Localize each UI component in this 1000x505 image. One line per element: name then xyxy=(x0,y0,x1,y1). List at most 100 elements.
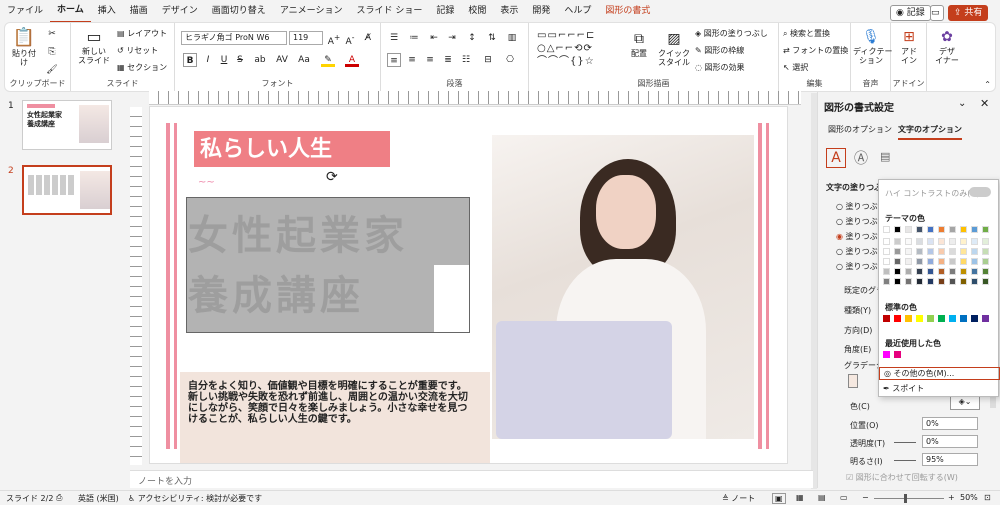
theme-swatch[interactable] xyxy=(927,278,934,285)
high-contrast-toggle[interactable] xyxy=(969,187,991,197)
more-colors-item[interactable]: ◎ その他の色(M)... xyxy=(879,367,1000,380)
theme-swatch[interactable] xyxy=(927,238,934,245)
theme-swatch[interactable] xyxy=(949,248,956,255)
theme-swatch[interactable] xyxy=(916,258,923,265)
sorter-view-icon[interactable]: ▦ xyxy=(796,493,804,502)
theme-swatch[interactable] xyxy=(905,226,912,233)
standard-swatch[interactable] xyxy=(938,315,945,322)
theme-swatch[interactable] xyxy=(960,226,967,233)
layout-button[interactable]: ▤ レイアウト xyxy=(117,28,167,39)
tab-11[interactable]: 開発 xyxy=(525,0,557,22)
standard-swatch[interactable] xyxy=(982,315,989,322)
numbering-icon[interactable]: ≔ xyxy=(407,31,421,45)
theme-swatch[interactable] xyxy=(916,268,923,275)
accessibility-status[interactable]: ♿ アクセシビリティ: 検討が必要です xyxy=(128,493,262,504)
rotate-handle-icon[interactable]: ⟳ xyxy=(326,169,338,185)
align-left-icon[interactable]: ≡ xyxy=(387,53,401,67)
gradient-stop-handle[interactable] xyxy=(848,374,858,388)
theme-swatch[interactable] xyxy=(938,258,945,265)
brightness-spinner[interactable]: 95% xyxy=(922,453,978,466)
language-status[interactable]: 英語 (米国) xyxy=(78,493,119,504)
text-fill-icon[interactable]: A xyxy=(826,148,846,168)
shape-fill-button[interactable]: ◈ 図形の塗りつぶし xyxy=(695,28,768,39)
grow-font-icon[interactable]: A+ xyxy=(327,31,341,47)
underline-button[interactable]: U xyxy=(217,53,231,67)
text-direction-icon[interactable]: ⇅ xyxy=(485,31,499,45)
theme-swatch[interactable] xyxy=(938,268,945,275)
theme-swatch[interactable] xyxy=(916,248,923,255)
font-size-field[interactable]: 119 xyxy=(289,31,323,45)
transparency-slider[interactable] xyxy=(894,442,916,443)
tab-9[interactable]: 校閲 xyxy=(461,0,493,22)
smartart-icon[interactable]: ⎔ xyxy=(503,53,517,67)
theme-swatch[interactable] xyxy=(938,226,945,233)
addins-button[interactable]: ⊞ アド イン xyxy=(893,27,925,65)
theme-swatch[interactable] xyxy=(982,238,989,245)
theme-swatch[interactable] xyxy=(982,258,989,265)
theme-swatch[interactable] xyxy=(916,226,923,233)
zoom-slider-thumb[interactable] xyxy=(904,494,907,503)
tab-5[interactable]: 画面切り替え xyxy=(205,0,273,22)
select-button[interactable]: ↖ 選択 xyxy=(783,62,808,73)
increase-indent-icon[interactable]: ⇥ xyxy=(445,31,459,45)
tab-text-options[interactable]: 文字のオプション xyxy=(898,124,962,140)
theme-swatch[interactable] xyxy=(938,278,945,285)
theme-swatch[interactable] xyxy=(883,238,890,245)
theme-swatch[interactable] xyxy=(949,238,956,245)
theme-swatch[interactable] xyxy=(949,258,956,265)
theme-swatch[interactable] xyxy=(883,268,890,275)
italic-button[interactable]: I xyxy=(201,53,215,67)
slide-title[interactable]: 私らしい人生 xyxy=(194,131,390,167)
theme-swatch[interactable] xyxy=(949,268,956,275)
fit-slide-icon[interactable]: ⊡ xyxy=(984,493,991,502)
slide-thumbnail-2[interactable] xyxy=(22,165,112,215)
bold-button[interactable]: B xyxy=(183,53,197,67)
align-right-icon[interactable]: ≡ xyxy=(423,53,437,67)
section-button[interactable]: ▦ セクション xyxy=(117,62,167,73)
dictate-button[interactable]: 🎙 ディクテー ション xyxy=(853,27,892,65)
theme-swatch[interactable] xyxy=(971,226,978,233)
notes-pane[interactable]: ノートを入力 xyxy=(130,470,813,488)
justify-icon[interactable]: ≣ xyxy=(441,53,455,67)
tab-4[interactable]: デザイン xyxy=(155,0,205,22)
theme-swatch[interactable] xyxy=(894,238,901,245)
theme-swatch[interactable] xyxy=(894,258,901,265)
shapes-gallery[interactable]: ▭▭⌐⌐⌐⊏ ○△⌐⌐⟲⟳ ⌒⌒⌒{}☆ xyxy=(537,29,615,73)
theme-swatch[interactable] xyxy=(971,248,978,255)
align-text-icon[interactable]: ⊟ xyxy=(481,53,495,67)
text-effects-icon[interactable]: Ⓐ xyxy=(854,148,868,168)
close-icon[interactable]: ✕ xyxy=(980,97,989,110)
recent-color-row[interactable] xyxy=(883,351,923,361)
theme-swatch[interactable] xyxy=(916,238,923,245)
rotate-with-shape-checkbox[interactable]: ☑ 図形に合わせて回転する(W) xyxy=(846,472,958,483)
theme-swatch[interactable] xyxy=(971,268,978,275)
slide-thumbnail-1[interactable]: 女性起業家 養成講座 xyxy=(22,100,112,150)
theme-swatch[interactable] xyxy=(960,258,967,265)
clear-format-icon[interactable]: A̸ xyxy=(361,31,375,45)
distribute-icon[interactable]: ☷ xyxy=(459,53,473,67)
paste-button[interactable]: 📋 貼り付け xyxy=(9,27,39,67)
transparency-spinner[interactable]: 0% xyxy=(922,435,978,448)
theme-swatch[interactable] xyxy=(971,278,978,285)
font-color-button[interactable]: A xyxy=(345,53,359,67)
standard-swatch[interactable] xyxy=(883,315,890,322)
theme-swatch[interactable] xyxy=(982,248,989,255)
zoom-out-icon[interactable]: − xyxy=(862,493,869,502)
tab-shape-options[interactable]: 図形のオプション xyxy=(828,124,892,135)
standard-swatch[interactable] xyxy=(949,315,956,322)
theme-swatch[interactable] xyxy=(883,248,890,255)
notes-toggle[interactable]: ≜ ノート xyxy=(722,493,755,504)
tab-10[interactable]: 表示 xyxy=(493,0,525,22)
shape-effects-button[interactable]: ◌ 図形の効果 xyxy=(695,62,745,73)
standard-swatch[interactable] xyxy=(916,315,923,322)
eyedropper-item[interactable]: ✒ スポイト xyxy=(883,383,924,394)
change-case-button[interactable]: Aa xyxy=(295,53,313,67)
theme-swatch[interactable] xyxy=(883,258,890,265)
format-painter-icon[interactable]: 🖌 xyxy=(45,63,59,77)
standard-swatch[interactable] xyxy=(960,315,967,322)
tab-1[interactable]: ホーム xyxy=(50,0,91,23)
theme-swatch[interactable] xyxy=(960,248,967,255)
body-text[interactable]: 自分をよく知り、価値観や目標を明確にすることが重要です。新しい挑戦や失敗を恐れず… xyxy=(188,381,476,425)
textbox-icon[interactable]: ▤ xyxy=(880,150,890,163)
bullets-icon[interactable]: ☰ xyxy=(387,31,401,45)
